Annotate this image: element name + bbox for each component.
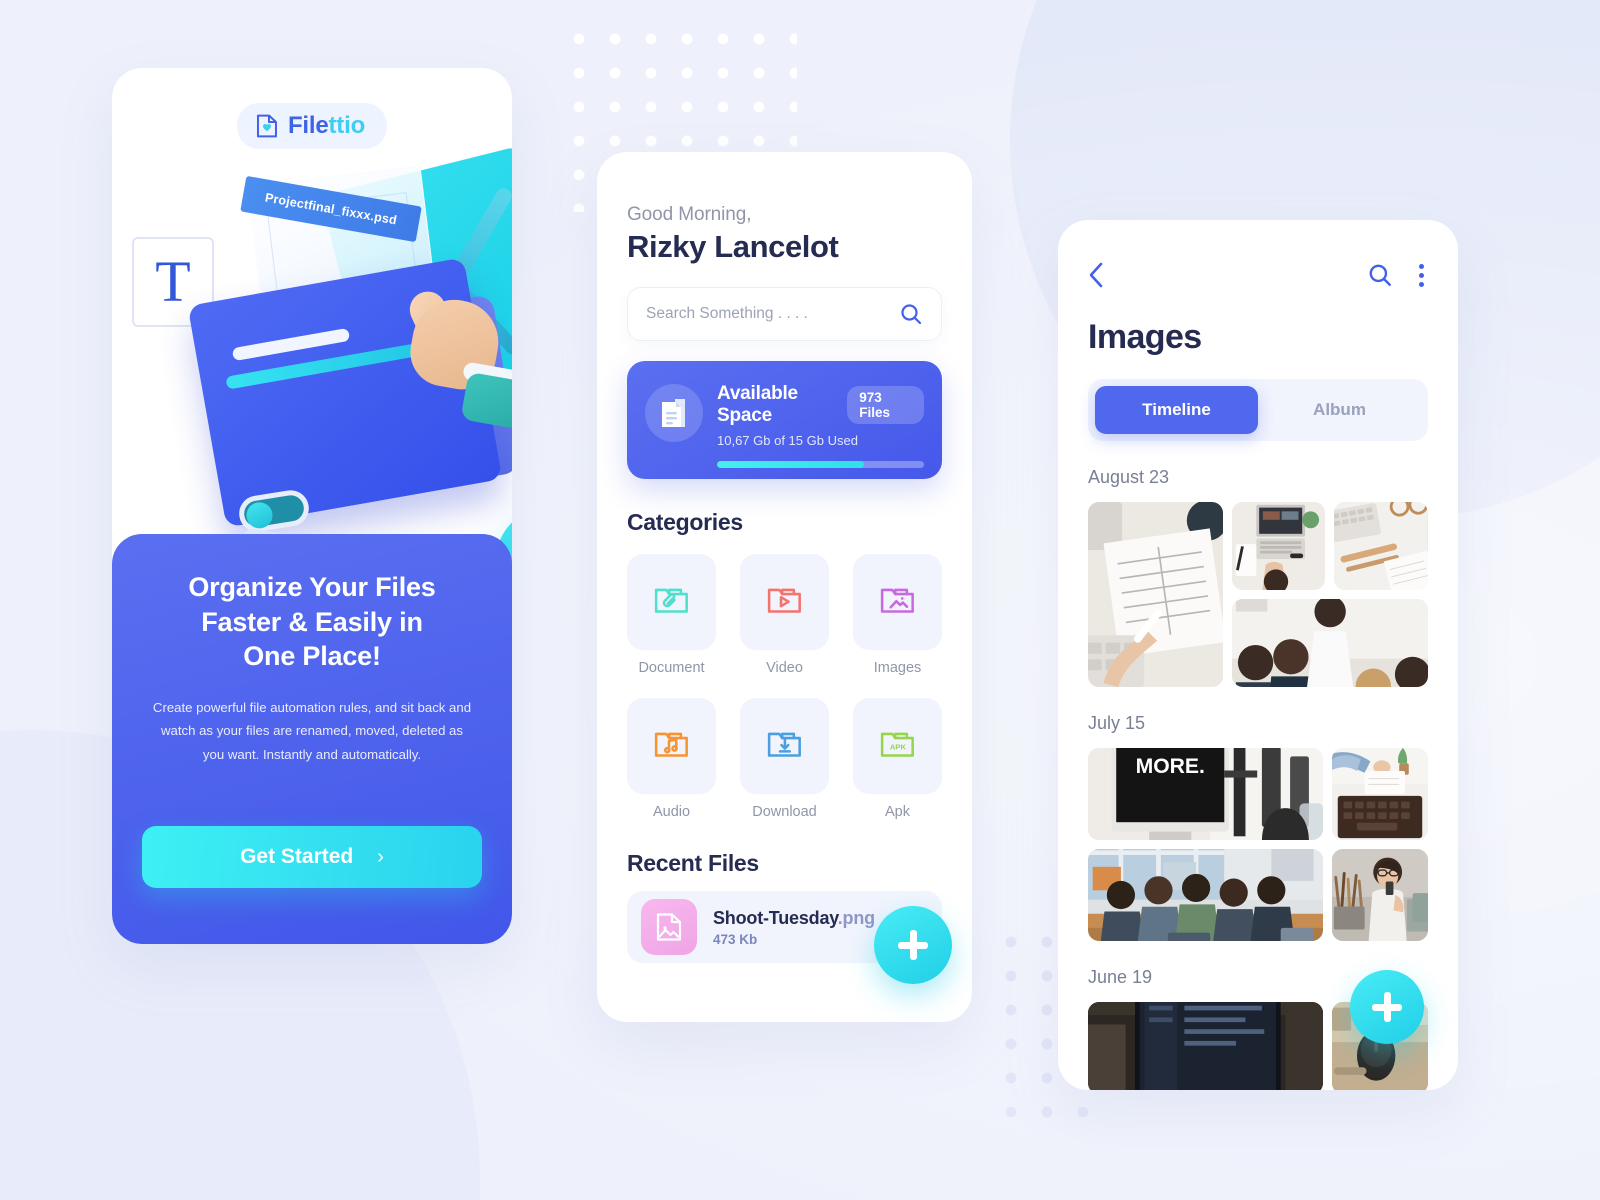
folder-play-icon [765, 580, 805, 625]
images-topbar [1088, 258, 1428, 292]
hero-title-line-1: Organize Your Files [188, 572, 436, 602]
brand-name-part2: ttio [328, 112, 366, 139]
hero-copy-card: Organize Your Files Faster & Easily in O… [112, 534, 512, 944]
folder-attachment-icon [652, 580, 692, 625]
categories-grid: Document Video Images Audio Download APK Apk [627, 554, 942, 820]
folder-apk-icon: APK [878, 724, 918, 769]
folder-download-icon [765, 724, 805, 769]
home-panel: Good Morning, Rizky Lancelot Search Some… [597, 152, 972, 1022]
photo-grid [1088, 502, 1428, 687]
category-download[interactable]: Download [740, 698, 829, 820]
search-icon[interactable] [899, 302, 923, 326]
tab-album[interactable]: Album [1258, 386, 1421, 434]
svg-text:APK: APK [889, 742, 906, 751]
category-apk[interactable]: APK Apk [853, 698, 942, 820]
onboarding-panel: T Projectfinal_fixxx.psd Filettio Organi… [112, 68, 512, 944]
category-tile[interactable] [853, 554, 942, 650]
images-panel: Images Timeline Album August 23 July 15 DO… [1058, 220, 1458, 1090]
recent-file-extension: .png [837, 907, 875, 928]
category-tile[interactable] [627, 698, 716, 794]
svg-text:MORE.: MORE. [1136, 755, 1205, 778]
recent-files-heading: Recent Files [627, 850, 759, 876]
storage-progress-bar [717, 461, 924, 468]
hero-title-line-3: One Place! [243, 641, 381, 672]
date-group-label: August 23 [1088, 467, 1170, 487]
recent-file-basename: Shoot-Tuesday [713, 907, 838, 928]
hero-title: Organize Your Files Faster & Easily in O… [144, 570, 480, 674]
category-document[interactable]: Document [627, 554, 716, 676]
tab-timeline[interactable]: Timeline [1095, 386, 1258, 434]
page-title: Images [1088, 318, 1202, 356]
search-bar[interactable] [627, 287, 942, 341]
search-input[interactable] [646, 305, 899, 323]
document-heart-icon [256, 114, 277, 138]
image-file-icon [641, 899, 697, 955]
category-label: Apk [885, 804, 910, 820]
chevron-left-icon[interactable] [1088, 262, 1104, 288]
date-group-label: July 15 [1088, 713, 1146, 733]
search-icon[interactable] [1367, 262, 1393, 288]
category-label: Audio [652, 804, 691, 820]
photo-thumbnail[interactable] [1088, 1002, 1323, 1090]
photo-thumbnail[interactable] [1088, 849, 1323, 941]
category-tile[interactable] [740, 554, 829, 650]
category-label: Document [638, 660, 705, 676]
category-tile[interactable] [740, 698, 829, 794]
documents-icon [645, 384, 703, 442]
user-name: Rizky Lancelot [627, 229, 839, 264]
photo-thumbnail[interactable] [1334, 502, 1428, 590]
hero-title-line-2: Faster & Easily in [201, 606, 423, 637]
available-space-card[interactable]: Available Space 973 Files 10,67 Gb of 15… [627, 361, 942, 479]
photo-thumbnail[interactable] [1231, 599, 1428, 687]
view-mode-tabs: Timeline Album [1088, 379, 1428, 441]
brand-logo: Filettio [236, 103, 388, 149]
available-space-title: Available Space [717, 383, 798, 426]
kebab-menu-icon[interactable] [1415, 260, 1428, 291]
category-audio[interactable]: Audio [627, 698, 716, 820]
folder-music-icon [652, 724, 692, 769]
get-started-label: Get Started [240, 845, 354, 868]
add-file-fab[interactable] [874, 906, 952, 984]
photo-thumbnail[interactable] [1231, 502, 1326, 590]
photo-grid: DO MORE. [1088, 748, 1428, 941]
chevron-right-icon: › [377, 845, 384, 868]
add-image-fab[interactable] [1350, 970, 1424, 1044]
brand-name-part1: File [287, 112, 329, 139]
hero-description: Create powerful file automation rules, a… [152, 699, 472, 762]
recent-file-name: Shoot-Tuesday.png [713, 908, 875, 929]
storage-usage-text: 10,67 Gb of 15 Gb Used [717, 433, 858, 448]
files-count-badge: 973 Files [847, 386, 924, 424]
category-tile[interactable]: APK [853, 698, 942, 794]
categories-heading: Categories [627, 509, 743, 535]
photo-thumbnail[interactable]: DO MORE. [1088, 748, 1323, 840]
category-label: Video [766, 660, 803, 676]
get-started-button[interactable]: Get Started › [142, 826, 482, 888]
category-images[interactable]: Images [853, 554, 942, 676]
photo-thumbnail[interactable] [1332, 849, 1428, 941]
category-video[interactable]: Video [740, 554, 829, 676]
photo-thumbnail[interactable] [1332, 748, 1428, 840]
folder-image-icon [878, 580, 918, 625]
brand-name: Filettio [288, 112, 365, 140]
photo-thumbnail[interactable] [1088, 502, 1223, 687]
greeting-text: Good Morning, [627, 204, 752, 225]
recent-file-size: 473 Kb [713, 931, 758, 947]
category-label: Images [873, 660, 922, 676]
app-canvas: T Projectfinal_fixxx.psd Filettio Organi… [0, 0, 1600, 1200]
category-tile[interactable] [627, 554, 716, 650]
illustration-folder-front [187, 257, 503, 528]
category-label: Download [752, 804, 817, 820]
svg-text:DO: DO [1154, 748, 1186, 752]
